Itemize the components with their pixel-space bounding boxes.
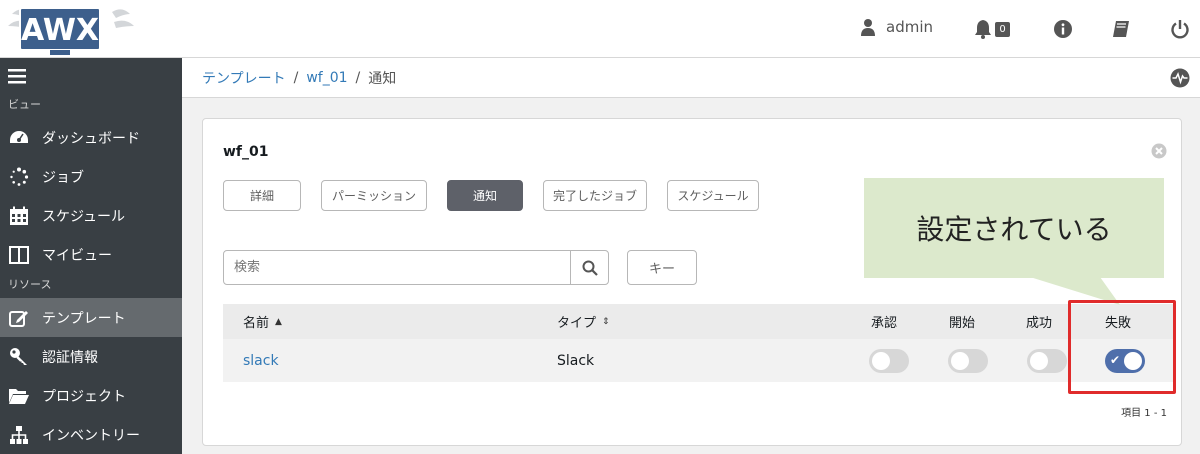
card-title: wf_01 <box>223 144 269 160</box>
sidebar-item-label: ジョブ <box>42 169 84 186</box>
awx-logo[interactable]: AWX <box>6 2 136 56</box>
breadcrumb-separator: / <box>293 69 299 86</box>
annotation-callout: 設定されている <box>864 178 1164 278</box>
sidebar-item-schedules[interactable]: スケジュール <box>0 196 182 235</box>
dashboard-icon <box>8 127 30 149</box>
sidebar-toggle[interactable] <box>0 58 182 94</box>
tab-details[interactable]: 詳細 <box>223 180 301 211</box>
user-icon <box>861 19 875 36</box>
sidebar-item-projects[interactable]: プロジェクト <box>0 376 182 415</box>
user-name: admin <box>886 18 933 36</box>
sort-up-icon: ▲ <box>275 316 282 327</box>
column-header-type[interactable]: タイプ ⇕ <box>557 304 610 339</box>
bell-icon <box>975 20 992 39</box>
column-header-name[interactable]: 名前 ▲ <box>243 304 282 339</box>
sidebar-item-label: ダッシュボード <box>42 130 140 147</box>
top-header: AWX admin 0 <box>0 0 1200 58</box>
table-row: slack Slack ✔ <box>223 339 1175 382</box>
activity-stream-icon[interactable] <box>1170 68 1190 88</box>
notification-count: 0 <box>995 21 1010 37</box>
tab-schedules[interactable]: スケジュール <box>667 180 759 211</box>
failure-highlight-box <box>1068 300 1176 394</box>
info-icon <box>1054 20 1072 38</box>
search-icon <box>582 260 598 276</box>
sidebar-item-label: 認証情報 <box>42 349 98 366</box>
sidebar-item-dashboard[interactable]: ダッシュボード <box>0 118 182 157</box>
tab-completed-jobs[interactable]: 完了したジョブ <box>543 180 647 211</box>
docs-button[interactable] <box>1108 16 1134 42</box>
table-header: 名前 ▲ タイプ ⇕ 承認 開始 成功 失敗 <box>223 304 1175 339</box>
sitemap-icon <box>8 424 30 446</box>
sidebar-item-credentials[interactable]: 認証情報 <box>0 337 182 376</box>
notifications-table: 名前 ▲ タイプ ⇕ 承認 開始 成功 失敗 slack Slack ✔ <box>223 304 1175 382</box>
calendar-icon <box>8 205 30 227</box>
success-toggle[interactable] <box>1027 348 1067 373</box>
sidebar-item-label: スケジュール <box>42 208 126 225</box>
sidebar-item-templates[interactable]: テンプレート <box>0 298 182 337</box>
sidebar-item-label: テンプレート <box>42 310 126 327</box>
column-header-approval: 承認 <box>871 316 898 331</box>
tab-bar: 詳細 パーミッション 通知 完了したジョブ スケジュール <box>223 180 759 211</box>
breadcrumb-current: 通知 <box>368 70 397 87</box>
edit-icon <box>8 307 30 329</box>
sidebar-item-inventories[interactable]: インベントリー <box>0 415 182 454</box>
tab-notifications[interactable]: 通知 <box>447 180 523 211</box>
sort-icon: ⇕ <box>602 316 610 327</box>
annotation-text: 設定されている <box>916 213 1112 246</box>
search-box <box>223 250 609 285</box>
column-header-start: 開始 <box>949 316 976 331</box>
search-input[interactable] <box>224 251 570 284</box>
user-menu[interactable]: admin <box>860 18 933 36</box>
notification-name-link[interactable]: slack <box>243 353 279 369</box>
key-icon <box>8 346 30 368</box>
sidebar-section-resources: リソース <box>8 278 52 291</box>
sidebar: ビュー ダッシュボード ジョブ スケジュール マイビュー リソース テンプレート… <box>0 58 182 454</box>
column-header-success: 成功 <box>1026 316 1053 331</box>
sidebar-section-views: ビュー <box>8 98 41 111</box>
notifications-button[interactable]: 0 <box>964 16 1020 42</box>
breadcrumb-templates[interactable]: テンプレート <box>202 68 286 88</box>
breadcrumb-wf01[interactable]: wf_01 <box>306 70 347 86</box>
about-button[interactable] <box>1050 16 1076 42</box>
tab-permissions[interactable]: パーミッション <box>321 180 427 211</box>
sidebar-item-my-view[interactable]: マイビュー <box>0 235 182 274</box>
sidebar-item-label: マイビュー <box>42 247 112 264</box>
close-icon[interactable] <box>1151 143 1167 159</box>
book-icon <box>1113 21 1129 37</box>
approval-toggle[interactable] <box>869 348 909 373</box>
key-button[interactable]: キー <box>627 250 697 285</box>
columns-icon <box>8 244 30 266</box>
spinner-icon <box>8 166 30 188</box>
breadcrumb: テンプレート / wf_01 / 通知 <box>182 58 1200 98</box>
sidebar-item-label: プロジェクト <box>42 388 126 405</box>
item-count: 項目 1 - 1 <box>1121 408 1167 419</box>
logout-button[interactable] <box>1167 16 1193 42</box>
breadcrumb-separator: / <box>355 69 361 86</box>
power-icon <box>1171 20 1189 39</box>
folder-icon <box>8 385 30 407</box>
sidebar-item-label: インベントリー <box>42 427 140 444</box>
search-button[interactable] <box>570 251 608 284</box>
hamburger-icon <box>8 69 26 84</box>
sidebar-item-jobs[interactable]: ジョブ <box>0 157 182 196</box>
start-toggle[interactable] <box>948 348 988 373</box>
notification-type: Slack <box>557 352 595 369</box>
logo-text: AWX <box>21 13 99 48</box>
